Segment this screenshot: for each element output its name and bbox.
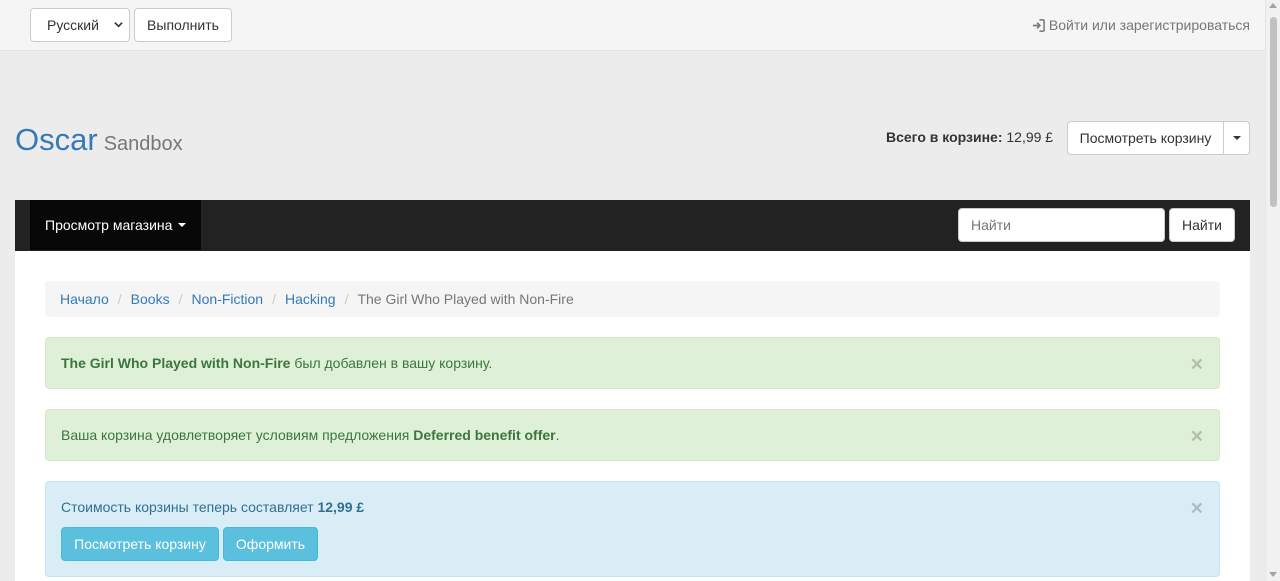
breadcrumb-separator: / [272, 291, 276, 307]
breadcrumb-separator: / [117, 291, 122, 307]
breadcrumb-hacking[interactable]: Hacking [285, 291, 336, 307]
brand-subtitle: Sandbox [103, 133, 183, 155]
alert-added-text: был добавлен в вашу корзину. [290, 355, 493, 371]
top-bar: Русский Выполнить Войти или зарегистриро… [0, 0, 1265, 51]
alert-basket-total: Стоимость корзины теперь составляет 12,9… [45, 481, 1220, 577]
login-register-link[interactable]: Войти или зарегистрироваться [1032, 17, 1250, 33]
alert-offer-text: Ваша корзина удовлетворяет условиям пред… [61, 427, 414, 443]
page-scrollbar[interactable] [1265, 0, 1280, 581]
caret-down-icon [1232, 136, 1241, 140]
alert-offer-period: . [555, 427, 560, 443]
alert-product-name: The Girl Who Played with Non-Fire [61, 355, 291, 371]
brand-name: Oscar [15, 122, 98, 157]
caret-down-icon [178, 223, 187, 227]
language-select[interactable]: Русский [30, 8, 130, 42]
breadcrumb-separator: / [178, 291, 183, 307]
search-input[interactable] [958, 208, 1165, 242]
basket-total-value: 12,99 £ [1006, 129, 1054, 145]
alert-added-message: The Girl Who Played with Non-Fire был до… [61, 355, 492, 371]
breadcrumb: Начало / Books / Non-Fiction / Hacking /… [45, 281, 1220, 317]
brand-logo[interactable]: Oscar Sandbox [15, 122, 183, 158]
browse-store-menu[interactable]: Просмотр магазина [30, 200, 201, 250]
login-register-label: Войти или зарегистрироваться [1048, 17, 1250, 33]
browse-store-label: Просмотр магазина [45, 217, 173, 233]
breadcrumb-non-fiction[interactable]: Non-Fiction [191, 291, 263, 307]
breadcrumb-current: The Girl Who Played with Non-Fire [357, 291, 574, 307]
search-button[interactable]: Найти [1169, 208, 1235, 242]
alert-total-message: Стоимость корзины теперь составляет 12,9… [61, 499, 364, 515]
alert-view-basket-button[interactable]: Посмотреть корзину [61, 527, 219, 561]
main-navbar: Просмотр магазина Найти [15, 200, 1250, 251]
basket-total: Всего в корзине: 12,99 £ [886, 129, 1053, 145]
scrollbar-thumb[interactable] [1270, 17, 1277, 207]
language-select-value: Русский [47, 17, 99, 33]
close-icon[interactable]: × [1191, 354, 1203, 375]
view-basket-button[interactable]: Посмотреть корзину [1067, 121, 1224, 155]
alert-total-amount: 12,99 £ [317, 499, 365, 515]
breadcrumb-separator: / [344, 291, 349, 307]
breadcrumb-home[interactable]: Начало [60, 291, 109, 307]
scroll-up-arrow-icon[interactable] [1269, 3, 1277, 8]
alert-offer: Ваша корзина удовлетворяет условиям пред… [45, 409, 1220, 461]
alert-added-to-basket: The Girl Who Played with Non-Fire был до… [45, 337, 1220, 389]
breadcrumb-books[interactable]: Books [131, 291, 170, 307]
alert-offer-message: Ваша корзина удовлетворяет условиям пред… [61, 427, 560, 443]
chevron-down-icon [114, 22, 123, 28]
alert-offer-name: Deferred benefit offer [413, 427, 556, 443]
alert-checkout-button[interactable]: Оформить [223, 527, 318, 561]
basket-total-label: Всего в корзине: [886, 129, 1003, 145]
sign-in-icon [1032, 18, 1045, 32]
scroll-down-arrow-icon[interactable] [1269, 572, 1277, 577]
basket-dropdown-toggle[interactable] [1223, 121, 1250, 155]
alert-total-text: Стоимость корзины теперь составляет [61, 499, 318, 515]
close-icon[interactable]: × [1191, 426, 1203, 447]
close-icon[interactable]: × [1191, 498, 1203, 519]
language-go-button[interactable]: Выполнить [134, 8, 232, 42]
